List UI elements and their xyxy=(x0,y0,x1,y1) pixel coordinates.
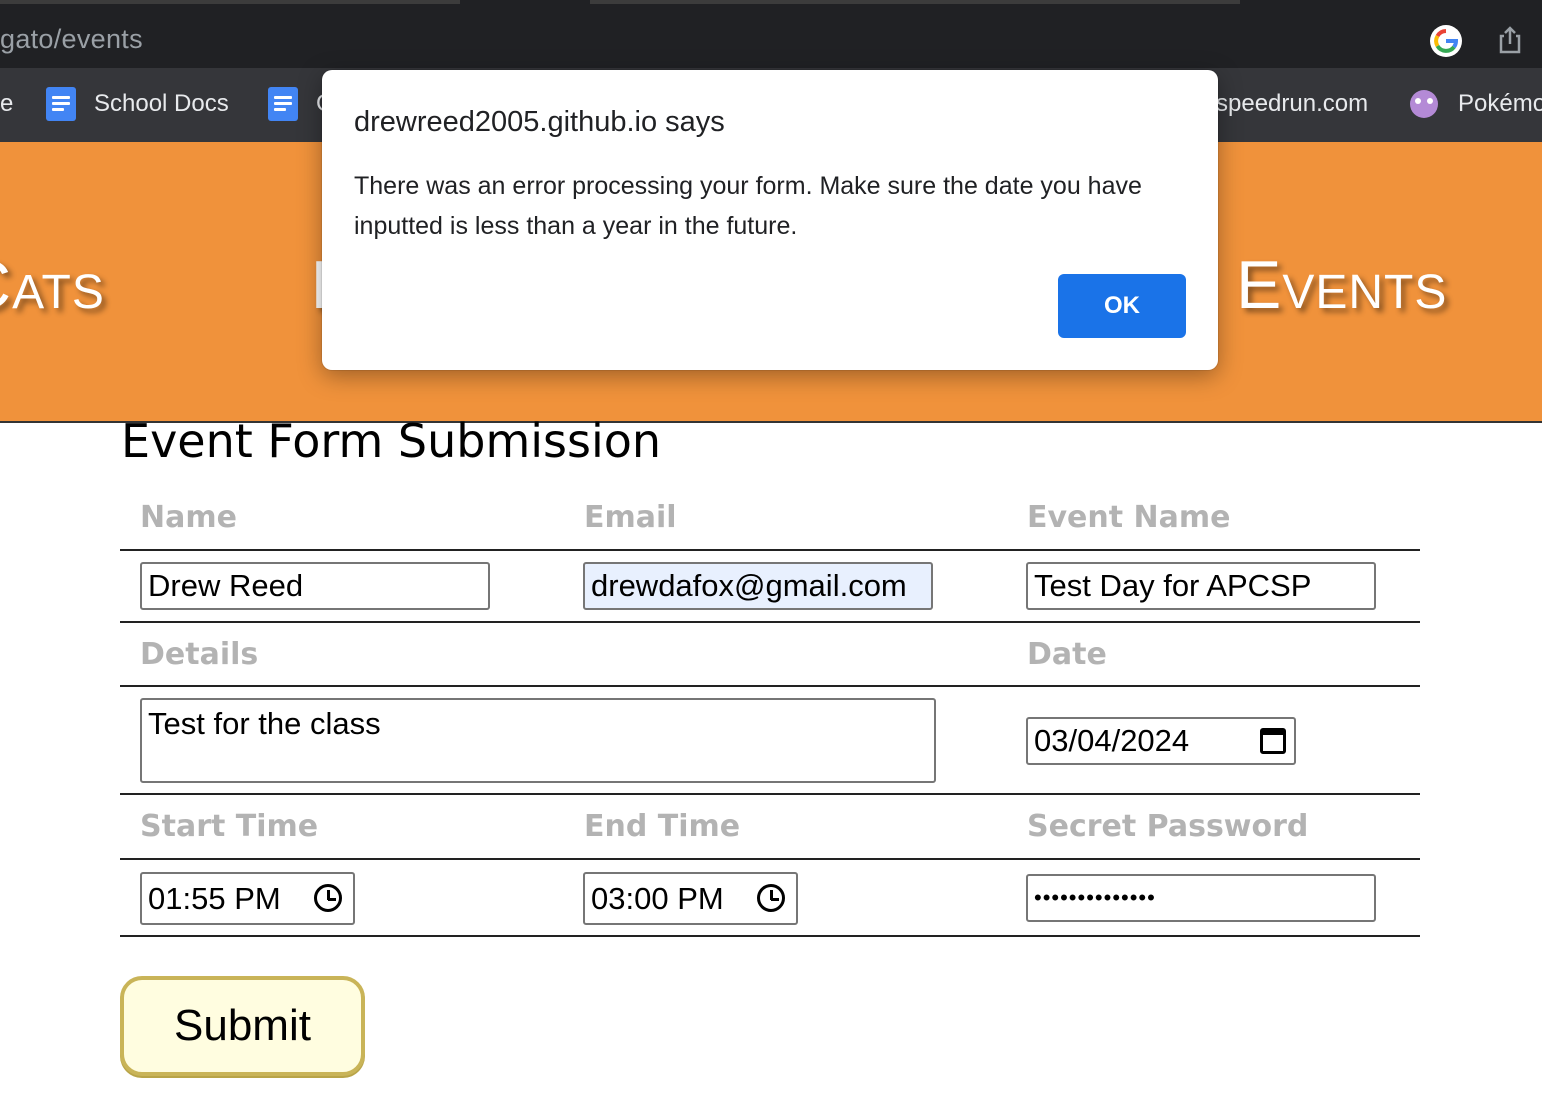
dialog-message: There was an error processing your form.… xyxy=(354,172,1142,240)
clock-icon[interactable] xyxy=(314,884,342,912)
bookmark-item[interactable]: e xyxy=(0,86,13,122)
start-time-label: Start Time xyxy=(140,809,319,844)
calendar-icon[interactable] xyxy=(1260,728,1286,754)
details-textarea[interactable]: Test for the class xyxy=(140,698,936,783)
google-icon[interactable] xyxy=(1430,25,1462,57)
end-time-field[interactable]: 03:00 PM xyxy=(583,872,798,925)
secret-password-field[interactable]: •••••••••••••• xyxy=(1026,874,1376,922)
dialog-title: drewreed2005.github.io says xyxy=(354,106,725,138)
bookmark-label: speedrun.com xyxy=(1216,90,1369,117)
end-time-label: End Time xyxy=(584,809,741,844)
date-field[interactable]: 03/04/2024 xyxy=(1026,717,1296,765)
start-time-field[interactable]: 01:55 PM xyxy=(140,872,355,925)
tab[interactable] xyxy=(590,0,1240,4)
bookmark-label: School Docs xyxy=(94,90,229,117)
google-docs-icon xyxy=(46,87,76,121)
alert-dialog: drewreed2005.github.io says There was an… xyxy=(322,70,1218,370)
date-value: 03/04/2024 xyxy=(1034,723,1190,758)
bookmark-label: e xyxy=(0,90,14,117)
clock-icon[interactable] xyxy=(757,884,785,912)
pokemon-icon xyxy=(1410,90,1438,118)
end-time-value: 03:00 PM xyxy=(591,880,724,916)
name-field[interactable]: Drew Reed xyxy=(140,562,490,610)
event-form: Name Email Event Name Drew Reed drewdafo… xyxy=(120,492,1420,937)
form-field-row: Drew Reed drewdafox@gmail.com Test Day f… xyxy=(120,551,1420,623)
secret-password-label: Secret Password xyxy=(1027,809,1309,844)
bookmark-speedrun[interactable]: speedrun.com xyxy=(1216,86,1368,122)
nav-events[interactable]: Events xyxy=(1236,246,1447,324)
event-name-field[interactable]: Test Day for APCSP xyxy=(1026,562,1376,610)
email-field[interactable]: drewdafox@gmail.com xyxy=(583,562,933,610)
form-field-row: Test for the class 03/04/2024 xyxy=(120,687,1420,795)
address-bar[interactable]: gato/events xyxy=(0,10,1542,68)
url-text[interactable]: gato/events xyxy=(0,24,143,55)
form-label-row: Start Time End Time Secret Password xyxy=(120,795,1420,860)
tab[interactable] xyxy=(0,0,460,4)
nav-cats[interactable]: Cats xyxy=(0,246,105,324)
event-name-label: Event Name xyxy=(1027,500,1231,535)
form-label-row: Name Email Event Name xyxy=(120,492,1420,551)
details-label: Details xyxy=(140,637,259,672)
ok-button[interactable]: OK xyxy=(1058,274,1186,338)
share-icon[interactable] xyxy=(1494,24,1526,56)
start-time-value: 01:55 PM xyxy=(148,880,281,916)
email-label: Email xyxy=(584,500,677,535)
tab-strip xyxy=(0,0,1542,10)
form-field-row: 01:55 PM 03:00 PM •••••••••••••• xyxy=(120,860,1420,937)
date-label: Date xyxy=(1027,637,1107,672)
bookmark-pokemon[interactable]: Pokémo xyxy=(1410,86,1542,122)
bookmark-label: Pokémo xyxy=(1458,90,1542,117)
name-label: Name xyxy=(140,500,237,535)
page-title: Event Form Submission xyxy=(121,414,662,468)
submit-button[interactable]: Submit xyxy=(120,976,365,1076)
google-docs-icon xyxy=(268,87,298,121)
form-label-row: Details Date xyxy=(120,623,1420,687)
bookmark-school-docs[interactable]: School Docs xyxy=(46,86,229,122)
